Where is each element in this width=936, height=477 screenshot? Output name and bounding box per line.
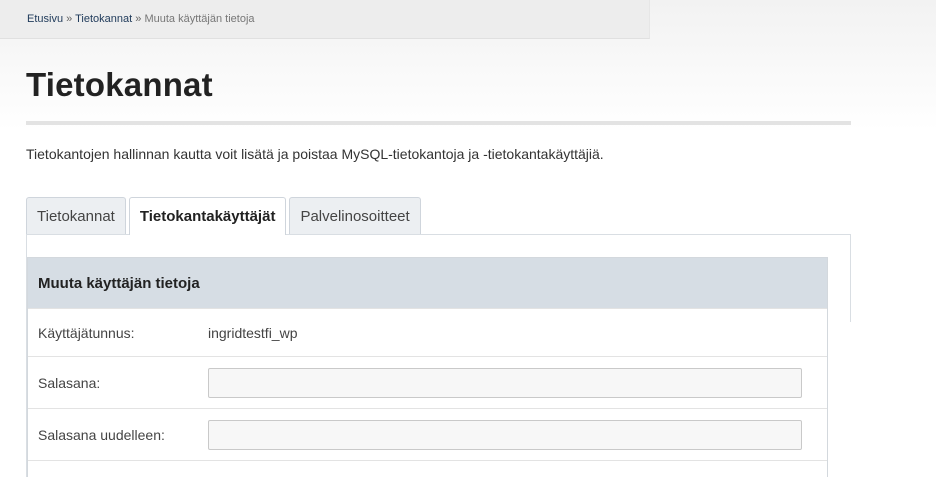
password-input[interactable] (208, 368, 802, 398)
password-row: Salasana: (28, 356, 827, 408)
password-confirm-input[interactable] (208, 420, 802, 450)
tab-databases[interactable]: Tietokannat (26, 197, 126, 234)
password-confirm-row: Salasana uudelleen: (28, 408, 827, 460)
edit-user-form: Muuta käyttäjän tietoja Käyttäjätunnus: … (27, 257, 828, 477)
username-label: Käyttäjätunnus: (38, 324, 135, 341)
breadcrumb-link-databases[interactable]: Tietokannat (75, 13, 132, 25)
panel-edge-mask (826, 322, 866, 477)
form-row-next (28, 460, 827, 477)
page-title: Tietokannat (26, 66, 213, 103)
username-value: ingridtestfi_wp (208, 324, 298, 341)
tab-database-users[interactable]: Tietokantakäyttäjät (128, 197, 287, 235)
breadcrumb-link-home[interactable]: Etusivu (27, 13, 63, 25)
breadcrumb: Etusivu » Tietokannat » Muuta käyttäjän … (0, 0, 650, 39)
username-row: Käyttäjätunnus: ingridtestfi_wp (28, 308, 827, 356)
intro-text: Tietokantojen hallinnan kautta voit lisä… (26, 146, 604, 162)
breadcrumb-current: Muuta käyttäjän tietoja (144, 13, 255, 25)
tab-server-addresses[interactable]: Palvelinosoitteet (289, 197, 421, 234)
page: Etusivu » Tietokannat » Muuta käyttäjän … (0, 0, 936, 477)
breadcrumb-separator: » (66, 13, 73, 25)
tab-bar: Tietokannat Tietokantakäyttäjät Palvelin… (26, 197, 421, 235)
form-header: Muuta käyttäjän tietoja (28, 258, 827, 308)
password-label: Salasana: (38, 374, 101, 391)
password-confirm-label: Salasana uudelleen: (38, 426, 165, 443)
breadcrumb-separator: » (135, 13, 142, 25)
title-divider (26, 121, 851, 125)
